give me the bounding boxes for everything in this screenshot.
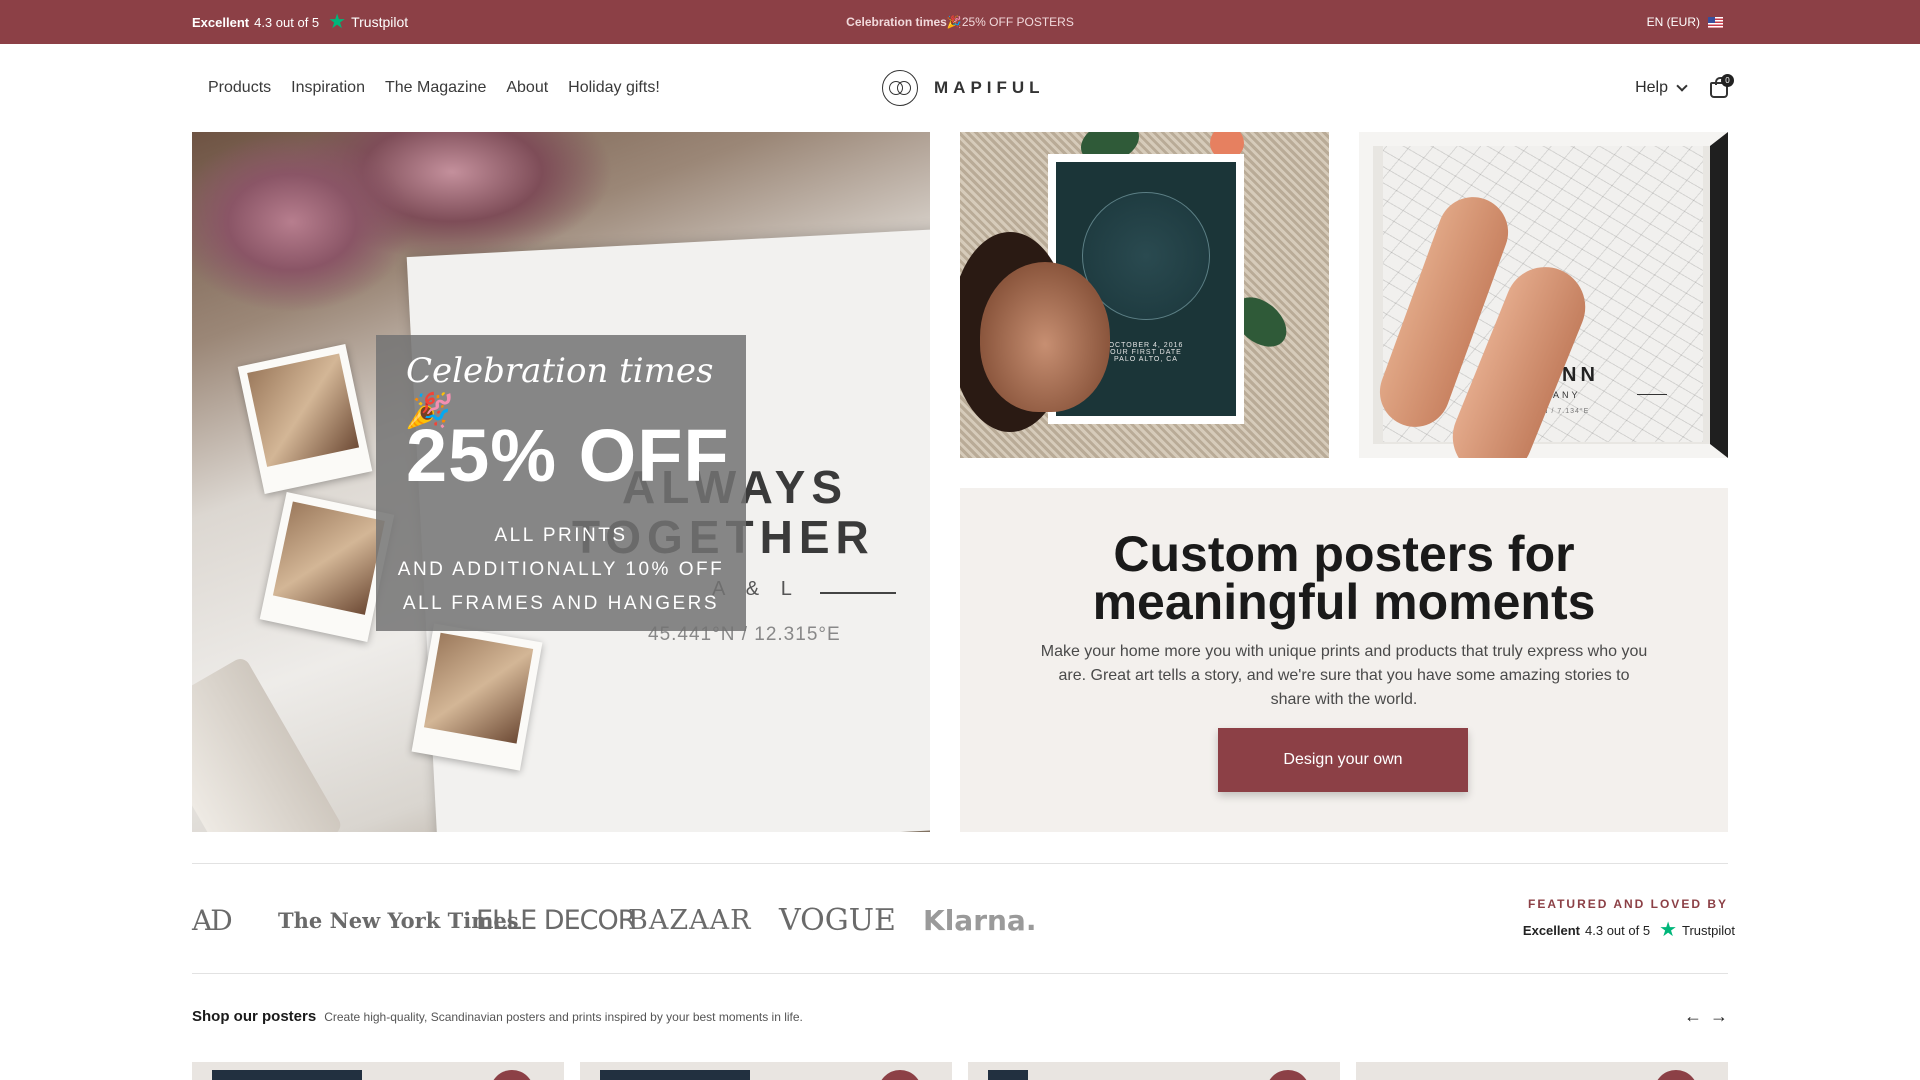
promo-text: 25% OFF POSTERS: [961, 15, 1074, 29]
press-logo-vogue: VOGUE: [779, 902, 896, 938]
site-header: Products Inspiration The Magazine About …: [0, 44, 1920, 132]
help-menu[interactable]: Help: [1635, 79, 1688, 97]
chevron-down-icon: [1676, 80, 1688, 92]
press-logo-bazaar: BAZAAR: [628, 904, 752, 936]
info-card: Custom posters for meaningful moments Ma…: [960, 488, 1728, 832]
trustpilot-label: Trustpilot: [1682, 922, 1735, 938]
logo-text: MAPIFUL: [934, 78, 1045, 97]
arrow-right-icon[interactable]: →: [1710, 1006, 1728, 1027]
promo-overlay[interactable]: Celebration times🎉 25% OFF ALL PRINTS AN…: [376, 335, 746, 631]
rating-label: Excellent: [1522, 922, 1581, 938]
product-card[interactable]: [192, 1062, 564, 1080]
product-badge: [1654, 1070, 1698, 1080]
shopping-bag-icon[interactable]: 0: [1710, 74, 1734, 98]
nav-products[interactable]: Products: [208, 79, 271, 97]
carousel-arrows: ← →: [1684, 1006, 1728, 1027]
info-title: Custom posters for meaningful moments: [960, 526, 1728, 630]
city-map-image[interactable]: BONN ERMANY 809°N / 7.134°E: [1359, 132, 1728, 458]
product-badge: [878, 1070, 922, 1080]
nav-holiday-gifts[interactable]: Holiday gifts!: [568, 79, 660, 97]
promo-line: AND ADDITIONALLY 10% OFF: [397, 559, 725, 580]
logo-mark-icon: [882, 70, 918, 106]
poster-tube: [192, 655, 344, 832]
nav-inspiration[interactable]: Inspiration: [291, 79, 365, 97]
star-map-image[interactable]: OCTOBER 4, 2016 OUR FIRST DATE PALO ALTO…: [960, 132, 1329, 458]
product-card[interactable]: [580, 1062, 952, 1080]
us-flag-icon: [1708, 16, 1723, 28]
section-divider: [192, 863, 1728, 864]
press-logo-klarna: Klarna.: [923, 903, 1037, 937]
cart-count-badge: 0: [1721, 74, 1734, 87]
site-logo[interactable]: MAPIFUL: [882, 70, 1045, 106]
locale-selector[interactable]: EN (EUR): [1647, 0, 1723, 44]
info-title-line: Custom posters for: [1113, 526, 1575, 582]
main-nav: Products Inspiration The Magazine About …: [208, 44, 660, 132]
star-icon: ★: [1659, 919, 1678, 941]
promo-bold: Celebration times: [846, 15, 947, 29]
locale-label: EN (EUR): [1646, 15, 1700, 29]
product-card[interactable]: [968, 1062, 1340, 1080]
promo-message[interactable]: Celebration times 🎉 25% OFF POSTERS: [0, 0, 1920, 44]
product-tag: [988, 1070, 1028, 1080]
promo-line: ALL FRAMES AND HANGERS: [402, 593, 720, 614]
product-card[interactable]: [1356, 1062, 1728, 1080]
product-tag: [212, 1070, 362, 1080]
smiling-person: [980, 262, 1110, 412]
product-badge: [490, 1070, 534, 1080]
promo-line: ALL PRINTS: [494, 525, 628, 546]
shop-title: Shop our posters: [192, 1008, 317, 1025]
promo-topbar: Excellent 4.3 out of 5 ★ Trustpilot Cele…: [0, 0, 1920, 44]
section-divider: [192, 973, 1728, 974]
info-title-line: meaningful moments: [1092, 574, 1596, 630]
design-your-own-button[interactable]: Design your own: [1218, 728, 1468, 792]
promo-details: ALL PRINTS AND ADDITIONALLY 10% OFF ALL …: [376, 519, 746, 621]
nav-magazine[interactable]: The Magazine: [385, 79, 486, 97]
poster-divider: [820, 592, 896, 594]
rating-text: 4.3 out of 5: [1585, 922, 1651, 938]
polaroid-photo: [411, 623, 543, 771]
nav-about[interactable]: About: [506, 79, 548, 97]
help-label: Help: [1635, 79, 1668, 96]
arrow-left-icon[interactable]: ←: [1684, 1006, 1702, 1027]
polaroid-photo: [237, 343, 373, 495]
trustpilot-rating[interactable]: Excellent 4.3 out of 5 ★ Trustpilot: [1523, 920, 1735, 940]
header-actions: Help 0: [1635, 44, 1734, 132]
press-logo-ad: AD: [192, 903, 233, 937]
polaroid-photo: [259, 491, 395, 643]
city-divider: [1637, 394, 1667, 395]
shop-description: Create high-quality, Scandinavian poster…: [324, 1010, 803, 1024]
hero-image[interactable]: ALWAYS TOGETHER A & L 45.441°N / 12.315°…: [192, 132, 930, 832]
press-logo-elle-decor: ELLE DECOR: [476, 904, 637, 936]
product-badge: [1266, 1070, 1310, 1080]
product-tag: [600, 1070, 750, 1080]
shop-header: Shop our posters Create high-quality, Sc…: [192, 1008, 803, 1025]
promo-discount: 25% OFF: [406, 414, 730, 497]
promo-emoji: 🎉: [946, 15, 962, 29]
info-description: Make your home more you with unique prin…: [1040, 643, 1648, 708]
featured-label: FEATURED AND LOVED BY: [1527, 897, 1728, 911]
